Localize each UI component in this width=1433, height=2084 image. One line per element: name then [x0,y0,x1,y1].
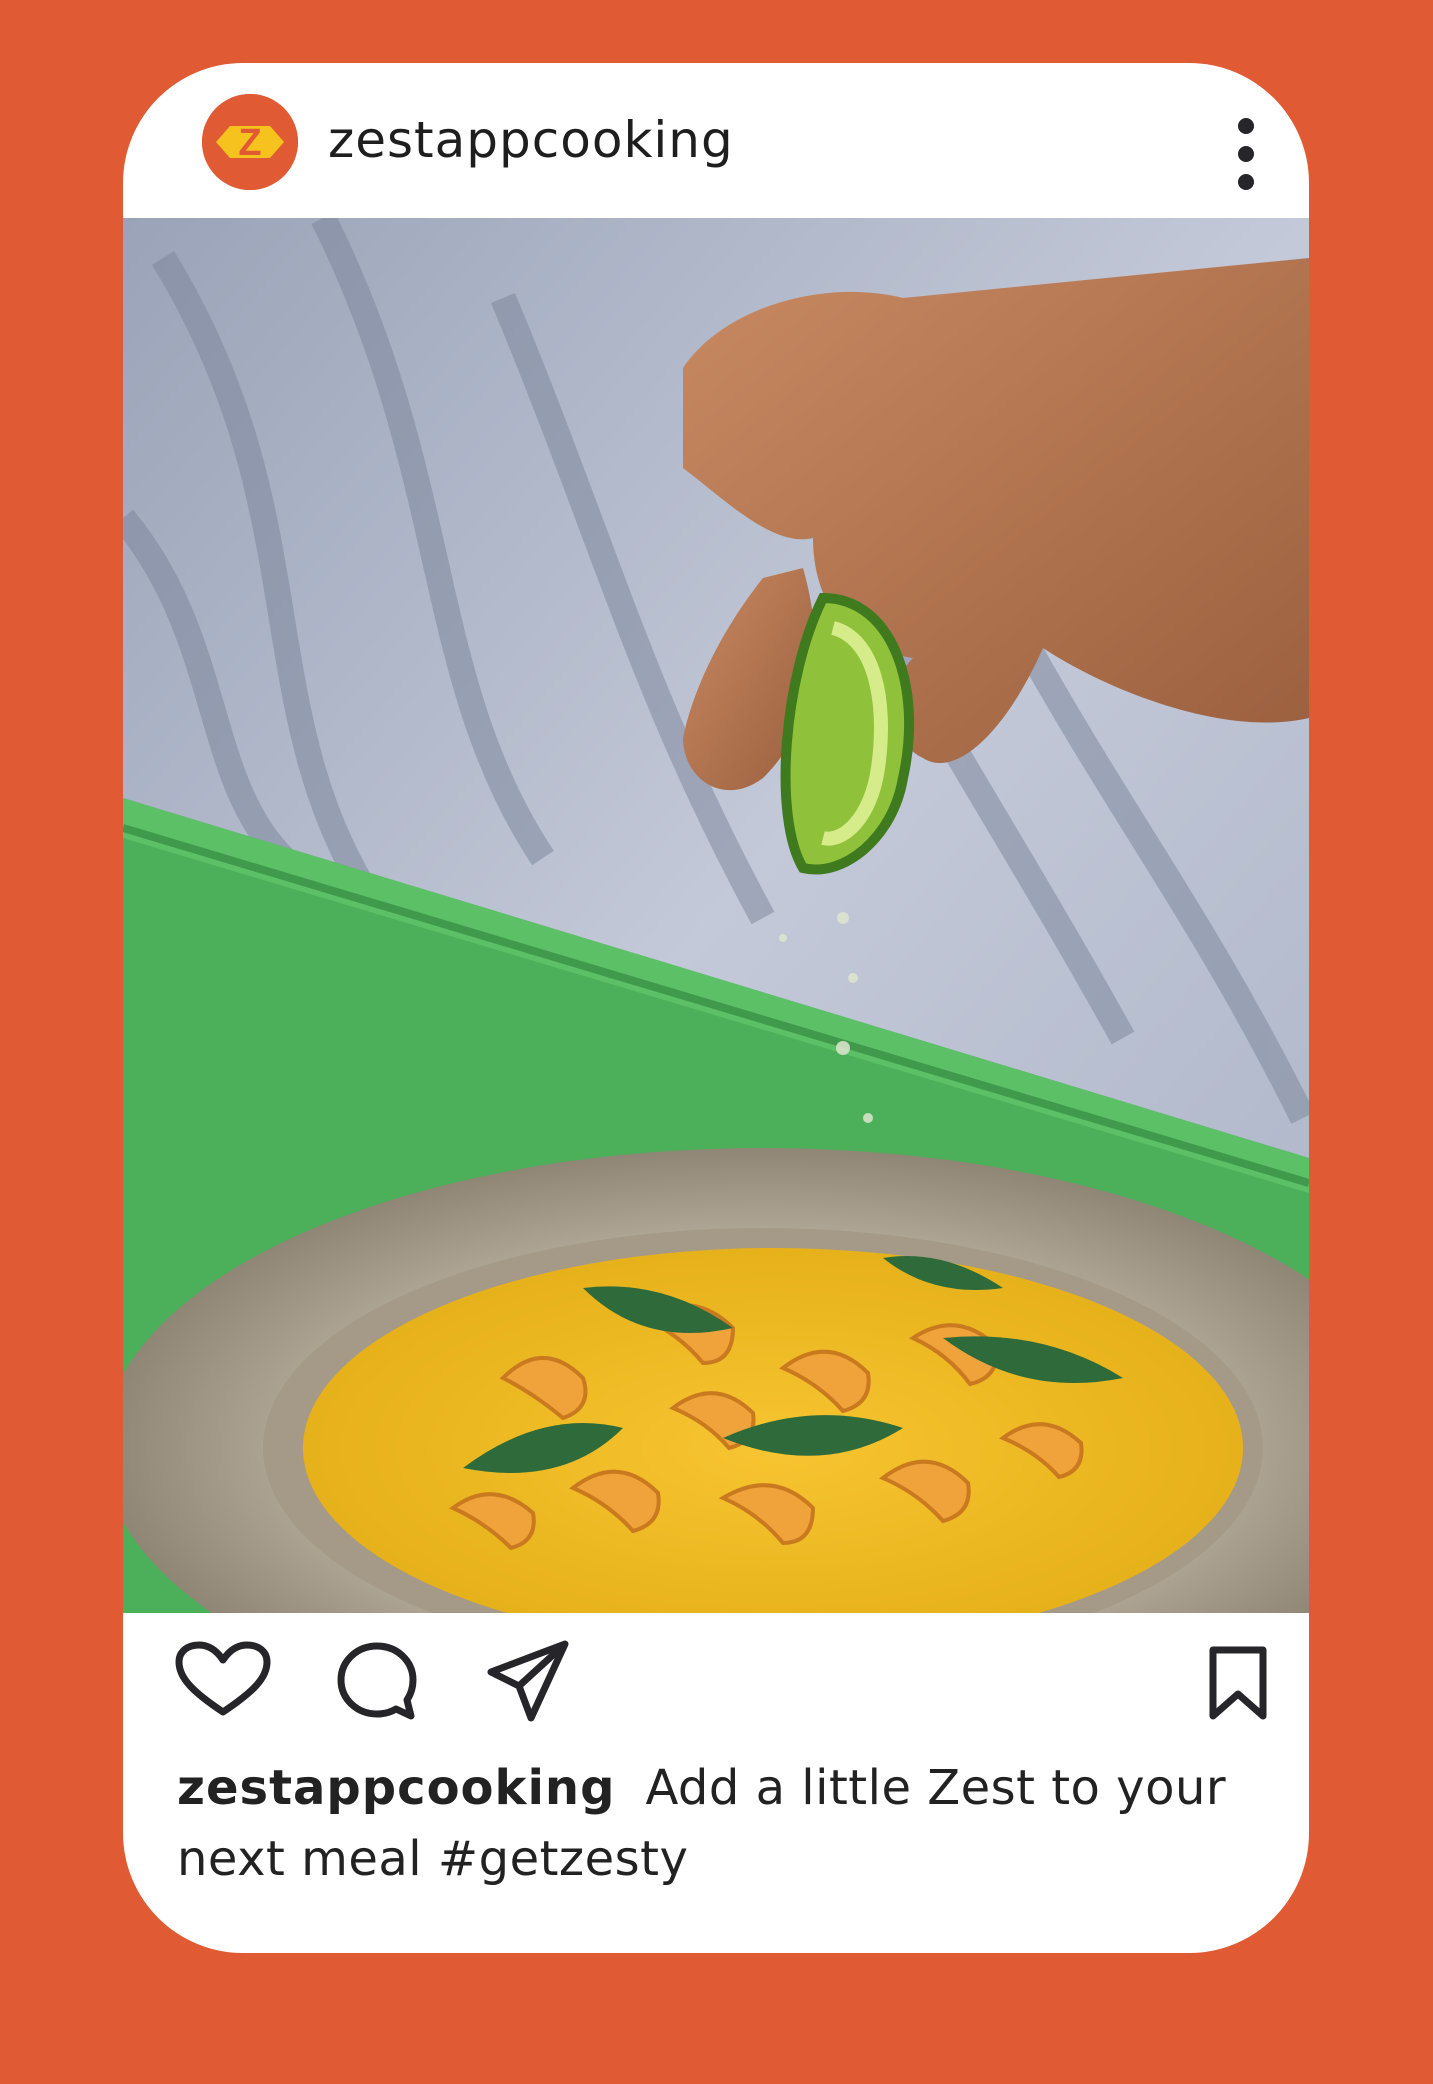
post-username[interactable]: zestappcooking [328,115,734,165]
caption-username[interactable]: zestappcooking [177,1760,615,1816]
post-header: Z zestappcooking [123,63,1309,218]
paper-plane-icon[interactable] [483,1638,573,1732]
more-vertical-icon[interactable] [1231,118,1261,190]
post-caption: zestappcooking Add a little Zest to your … [177,1753,1267,1895]
food-photo [123,218,1309,1613]
post-image[interactable] [123,218,1309,1613]
post-actions [123,1638,1309,1748]
zest-logo-icon: Z [202,94,298,190]
avatar[interactable]: Z [202,94,298,190]
heart-icon[interactable] [173,1640,273,1722]
bookmark-icon[interactable] [1203,1644,1273,1726]
post-card: Z zestappcooking zestappcooking Add a li… [123,63,1309,1953]
avatar-letter: Z [238,122,261,164]
comment-bubble-icon[interactable] [333,1638,419,1728]
